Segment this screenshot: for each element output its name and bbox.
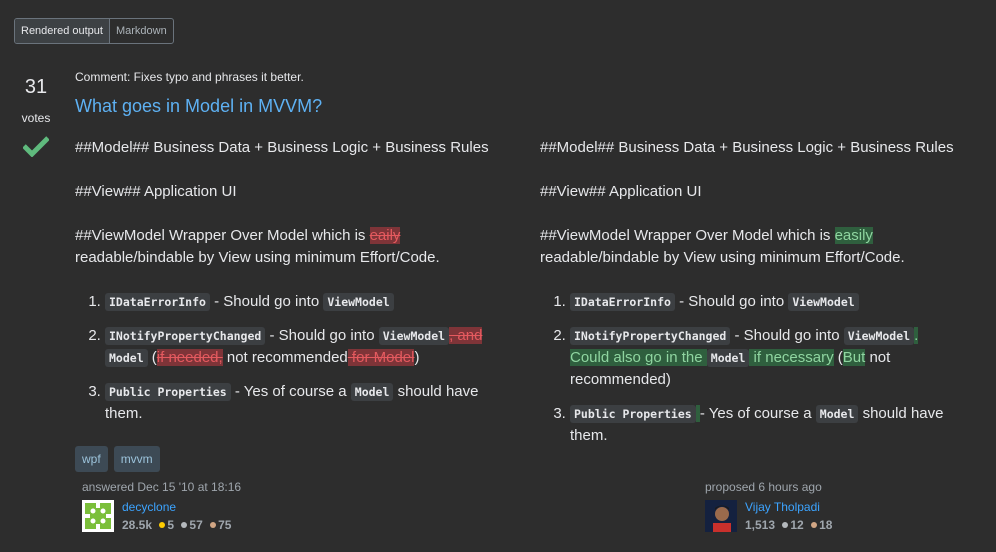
paragraph: ##View## Application UI bbox=[540, 181, 960, 203]
user-name[interactable]: Vijay Tholpadi bbox=[745, 500, 832, 514]
proposed-revision: ##Model## Business Data + Business Logic… bbox=[540, 137, 960, 459]
bronze-badge-icon bbox=[210, 522, 217, 528]
inline-code: INotifyPropertyChanged bbox=[105, 327, 266, 345]
inline-code: ViewModel bbox=[788, 293, 859, 311]
bronze-badges: 75 bbox=[218, 518, 232, 532]
silver-badge-icon bbox=[181, 522, 188, 528]
gold-badge-icon bbox=[159, 522, 166, 528]
inline-code: IDataErrorInfo bbox=[105, 293, 210, 311]
deleted-text: , and bbox=[449, 327, 483, 344]
bronze-badge-icon bbox=[811, 522, 818, 528]
text-run: ##View## Application UI bbox=[75, 183, 237, 200]
accepted-check-icon bbox=[14, 135, 58, 161]
text-run: - Should go into bbox=[674, 293, 789, 310]
vote-label: votes bbox=[21, 111, 51, 125]
interface-list: IDataErrorInfo - Should go into ViewMode… bbox=[75, 291, 495, 425]
inserted-text: if necessary bbox=[749, 349, 834, 366]
inserted-text: But bbox=[842, 349, 866, 366]
text-run: ( bbox=[833, 349, 843, 366]
text-run: ##Model## Business Data + Business Logic… bbox=[75, 139, 489, 156]
text-run: - Should go into bbox=[730, 327, 844, 344]
silver-badges: 12 bbox=[790, 518, 804, 532]
list-item: INotifyPropertyChanged - Should go into … bbox=[105, 325, 495, 369]
inline-code: Model bbox=[350, 383, 394, 401]
paragraph: ##ViewModel Wrapper Over Model which is … bbox=[75, 225, 495, 269]
inline-code: ViewModel bbox=[323, 293, 394, 311]
reputation: 1,513 bbox=[745, 518, 776, 532]
inline-code: ViewModel bbox=[843, 327, 915, 345]
proposed-time: proposed 6 hours ago bbox=[705, 480, 822, 494]
list-item: IDataErrorInfo - Should go into ViewMode… bbox=[570, 291, 960, 313]
inline-code: Model bbox=[815, 405, 859, 423]
text-run: ( bbox=[147, 349, 157, 366]
user-stats: 1,513 12 18 bbox=[745, 518, 832, 532]
deleted-text: if needed, bbox=[156, 349, 223, 366]
text-run: readable/bindable by View using minimum … bbox=[75, 249, 440, 266]
tab-rendered-output[interactable]: Rendered output bbox=[15, 19, 110, 43]
paragraph: ##Model## Business Data + Business Logic… bbox=[75, 137, 495, 159]
user-name[interactable]: decyclone bbox=[122, 500, 231, 514]
inline-code: Model bbox=[105, 349, 148, 367]
text-run: readable/bindable by View using minimum … bbox=[540, 249, 905, 266]
inline-code: Model bbox=[706, 349, 750, 367]
edit-comment: Comment: Fixes typo and phrases it bette… bbox=[75, 70, 304, 84]
gold-badges: 5 bbox=[167, 518, 175, 532]
text-run: - Yes of course a bbox=[699, 405, 816, 422]
bronze-badges: 18 bbox=[819, 518, 833, 532]
proposed-signature: proposed 6 hours ago Vijay Tholpadi 1,51… bbox=[705, 480, 832, 532]
answered-signature: answered Dec 15 '10 at 18:16 decyclone 2… bbox=[82, 480, 241, 532]
text-run: - Should go into bbox=[209, 293, 324, 310]
paragraph: ##View## Application UI bbox=[75, 181, 495, 203]
tag-mvvm[interactable]: mvvm bbox=[113, 446, 160, 472]
view-toggle: Rendered output Markdown bbox=[14, 18, 174, 44]
text-run: not recommended bbox=[222, 349, 348, 366]
tag-wpf[interactable]: wpf bbox=[75, 446, 108, 472]
inline-code: INotifyPropertyChanged bbox=[570, 327, 731, 345]
list-item: Public Properties - Yes of course a Mode… bbox=[105, 381, 495, 425]
inserted-text: easily bbox=[834, 227, 873, 244]
list-item: INotifyPropertyChanged - Should go into … bbox=[570, 325, 960, 391]
text-run: ##View## Application UI bbox=[540, 183, 702, 200]
text-run: - Should go into bbox=[265, 327, 379, 344]
inline-code: ViewModel bbox=[378, 327, 450, 345]
user-stats: 28.5k 5 57 75 bbox=[122, 518, 231, 532]
silver-badges: 57 bbox=[189, 518, 203, 532]
inline-code: Public Properties bbox=[105, 383, 231, 401]
paragraph: ##Model## Business Data + Business Logic… bbox=[540, 137, 960, 159]
text-run: ) bbox=[414, 349, 420, 366]
text-run: - Yes of course a bbox=[230, 383, 351, 400]
list-item: IDataErrorInfo - Should go into ViewMode… bbox=[105, 291, 495, 313]
paragraph: ##ViewModel Wrapper Over Model which is … bbox=[540, 225, 960, 269]
vote-count: 31 bbox=[24, 76, 48, 98]
interface-list: IDataErrorInfo - Should go into ViewMode… bbox=[540, 291, 960, 447]
answered-time: answered Dec 15 '10 at 18:16 bbox=[82, 480, 242, 494]
user-avatar[interactable] bbox=[705, 500, 737, 532]
vote-panel: 31 votes bbox=[14, 76, 58, 161]
tag-list: wpf mvvm bbox=[75, 446, 160, 472]
reputation: 28.5k bbox=[122, 518, 153, 532]
inline-code: Public Properties bbox=[570, 405, 696, 423]
list-item: Public Properties - Yes of course a Mode… bbox=[570, 403, 960, 447]
tab-markdown[interactable]: Markdown bbox=[110, 19, 173, 43]
deleted-text: for Model bbox=[347, 349, 415, 366]
question-title[interactable]: What goes in Model in MVVM? bbox=[75, 96, 322, 117]
text-run: ##ViewModel Wrapper Over Model which is bbox=[540, 227, 835, 244]
text-run: ##ViewModel Wrapper Over Model which is bbox=[75, 227, 370, 244]
user-avatar[interactable] bbox=[82, 500, 114, 532]
silver-badge-icon bbox=[782, 522, 789, 528]
original-revision: ##Model## Business Data + Business Logic… bbox=[75, 137, 495, 437]
text-run: ##Model## Business Data + Business Logic… bbox=[540, 139, 954, 156]
inline-code: IDataErrorInfo bbox=[570, 293, 675, 311]
deleted-text: eaily bbox=[369, 227, 401, 244]
